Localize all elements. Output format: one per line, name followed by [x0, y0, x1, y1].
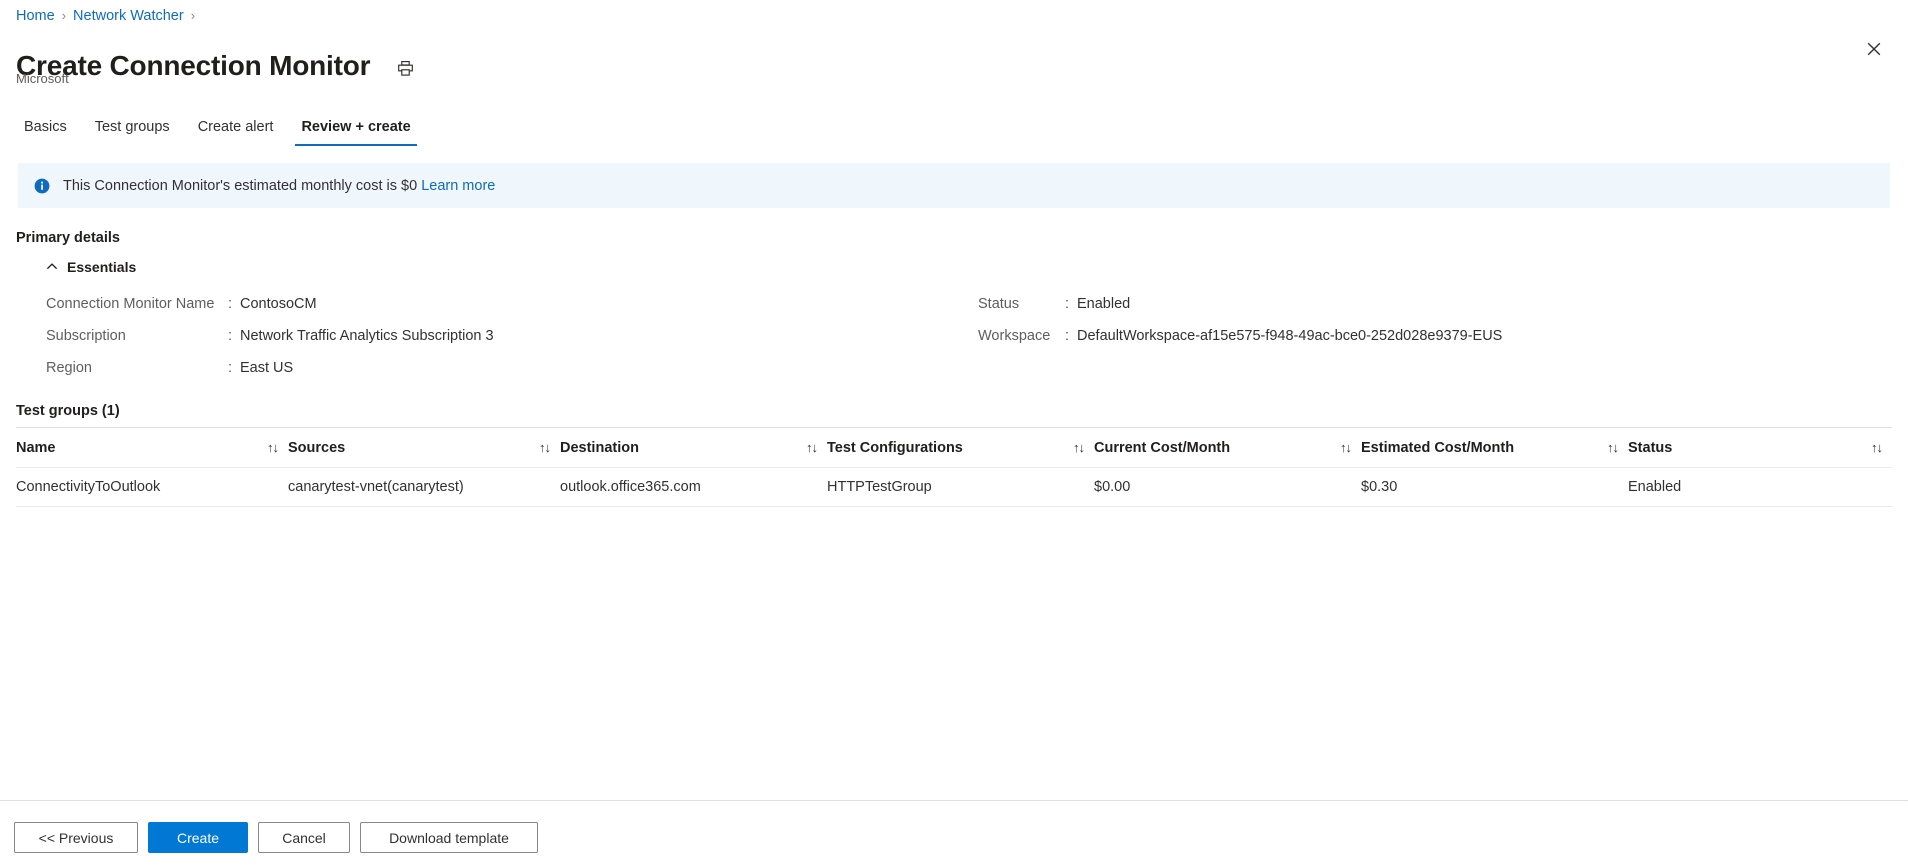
column-label: Current Cost/Month	[1094, 439, 1231, 456]
tab-test-groups[interactable]: Test groups	[81, 108, 184, 146]
column-header-current-cost[interactable]: Current Cost/Month ↑↓	[1094, 440, 1361, 456]
previous-button[interactable]: << Previous	[14, 822, 138, 853]
essentials-label: Essentials	[67, 259, 137, 275]
column-label: Destination	[560, 439, 639, 456]
breadcrumb: Home › Network Watcher ›	[16, 6, 202, 26]
field-label: Subscription	[46, 328, 126, 344]
essentials-left-column: Connection Monitor Name : ContosoCM Subs…	[46, 294, 494, 390]
essentials-toggle[interactable]: Essentials	[46, 258, 136, 276]
publisher-subtitle: Microsoft	[16, 71, 69, 86]
field-value: Network Traffic Analytics Subscription 3	[240, 328, 494, 344]
column-header-name[interactable]: Name ↑↓	[16, 440, 288, 456]
field-colon: :	[1065, 296, 1070, 312]
cell-destination: outlook.office365.com	[560, 479, 701, 495]
breadcrumb-separator-icon: ›	[61, 8, 67, 23]
sort-icon[interactable]: ↑↓	[261, 440, 279, 455]
breadcrumb-item-network-watcher[interactable]: Network Watcher	[73, 6, 184, 26]
test-groups-table: Name ↑↓ Sources ↑↓ Destination ↑↓ Test C…	[16, 428, 1892, 507]
column-header-status[interactable]: Status ↑↓	[1628, 440, 1892, 456]
column-label: Estimated Cost/Month	[1361, 439, 1515, 456]
essentials-right-column: Status : Enabled Workspace : DefaultWork…	[978, 294, 1502, 358]
cost-info-text: This Connection Monitor's estimated mont…	[63, 176, 495, 196]
cell-current-cost: $0.00	[1094, 479, 1131, 495]
learn-more-link[interactable]: Learn more	[421, 178, 495, 194]
essentials-row-status: Status : Enabled	[978, 294, 1502, 326]
column-label: Test Configurations	[827, 439, 963, 456]
essentials-row-subscription: Subscription : Network Traffic Analytics…	[46, 326, 494, 358]
breadcrumb-separator-icon: ›	[190, 8, 196, 23]
cell-status: Enabled	[1628, 479, 1682, 495]
table-row[interactable]: ConnectivityToOutlook canarytest-vnet(ca…	[16, 468, 1892, 507]
field-colon: :	[228, 328, 233, 344]
essentials-row-region: Region : East US	[46, 358, 494, 390]
field-value: DefaultWorkspace-af15e575-f948-49ac-bce0…	[1077, 328, 1503, 344]
essentials-row-connection-monitor-name: Connection Monitor Name : ContosoCM	[46, 294, 494, 326]
cell-name: ConnectivityToOutlook	[16, 479, 161, 495]
table-header-row: Name ↑↓ Sources ↑↓ Destination ↑↓ Test C…	[16, 428, 1892, 468]
sort-icon[interactable]: ↑↓	[1601, 440, 1619, 455]
field-colon: :	[228, 360, 233, 376]
cost-info-message: This Connection Monitor's estimated mont…	[63, 177, 422, 194]
cell-test-configurations: HTTPTestGroup	[827, 479, 932, 495]
close-icon[interactable]	[1858, 33, 1890, 65]
sort-icon[interactable]: ↑↓	[533, 440, 551, 455]
field-colon: :	[1065, 328, 1070, 344]
column-label: Sources	[288, 439, 346, 456]
column-label: Name	[16, 439, 56, 456]
cancel-button[interactable]: Cancel	[258, 822, 350, 853]
column-header-test-configurations[interactable]: Test Configurations ↑↓	[827, 440, 1094, 456]
sort-icon[interactable]: ↑↓	[1865, 440, 1883, 455]
field-colon: :	[228, 296, 233, 312]
page-title: Create Connection Monitor	[16, 49, 371, 81]
info-icon	[34, 178, 50, 193]
create-button[interactable]: Create	[148, 822, 248, 853]
chevron-up-icon	[46, 263, 58, 270]
field-value: East US	[240, 360, 294, 376]
column-header-estimated-cost[interactable]: Estimated Cost/Month ↑↓	[1361, 440, 1628, 456]
wizard-tabs: Basics Test groups Create alert Review +…	[16, 108, 425, 146]
cell-estimated-cost: $0.30	[1361, 479, 1398, 495]
column-label: Status	[1628, 439, 1673, 456]
title-row: Create Connection Monitor	[16, 30, 418, 102]
tab-review-create[interactable]: Review + create	[287, 108, 424, 146]
essentials-row-workspace: Workspace : DefaultWorkspace-af15e575-f9…	[978, 326, 1502, 358]
cell-sources: canarytest-vnet(canarytest)	[288, 479, 464, 495]
create-connection-monitor-blade: Home › Network Watcher › Create Connecti…	[0, 0, 1908, 865]
tab-basics[interactable]: Basics	[16, 108, 81, 146]
sort-icon[interactable]: ↑↓	[800, 440, 818, 455]
sort-icon[interactable]: ↑↓	[1334, 440, 1352, 455]
field-value: ContosoCM	[240, 296, 317, 312]
field-label: Workspace	[978, 328, 1051, 344]
footer-action-bar: << Previous Create Cancel Download templ…	[14, 822, 538, 853]
sort-icon[interactable]: ↑↓	[1067, 440, 1085, 455]
field-label: Region	[46, 360, 92, 376]
print-icon[interactable]	[392, 56, 418, 82]
cost-info-banner: This Connection Monitor's estimated mont…	[18, 163, 1890, 208]
download-template-button[interactable]: Download template	[360, 822, 538, 853]
field-label: Status	[978, 296, 1020, 312]
column-header-destination[interactable]: Destination ↑↓	[560, 440, 827, 456]
field-label: Connection Monitor Name	[46, 296, 215, 312]
column-header-sources[interactable]: Sources ↑↓	[288, 440, 560, 456]
footer-divider	[0, 800, 1908, 801]
test-groups-heading: Test groups (1)	[16, 403, 120, 419]
field-value: Enabled	[1077, 296, 1131, 312]
primary-details-heading: Primary details	[16, 230, 120, 246]
tab-create-alert[interactable]: Create alert	[184, 108, 288, 146]
breadcrumb-item-home[interactable]: Home	[16, 6, 55, 26]
